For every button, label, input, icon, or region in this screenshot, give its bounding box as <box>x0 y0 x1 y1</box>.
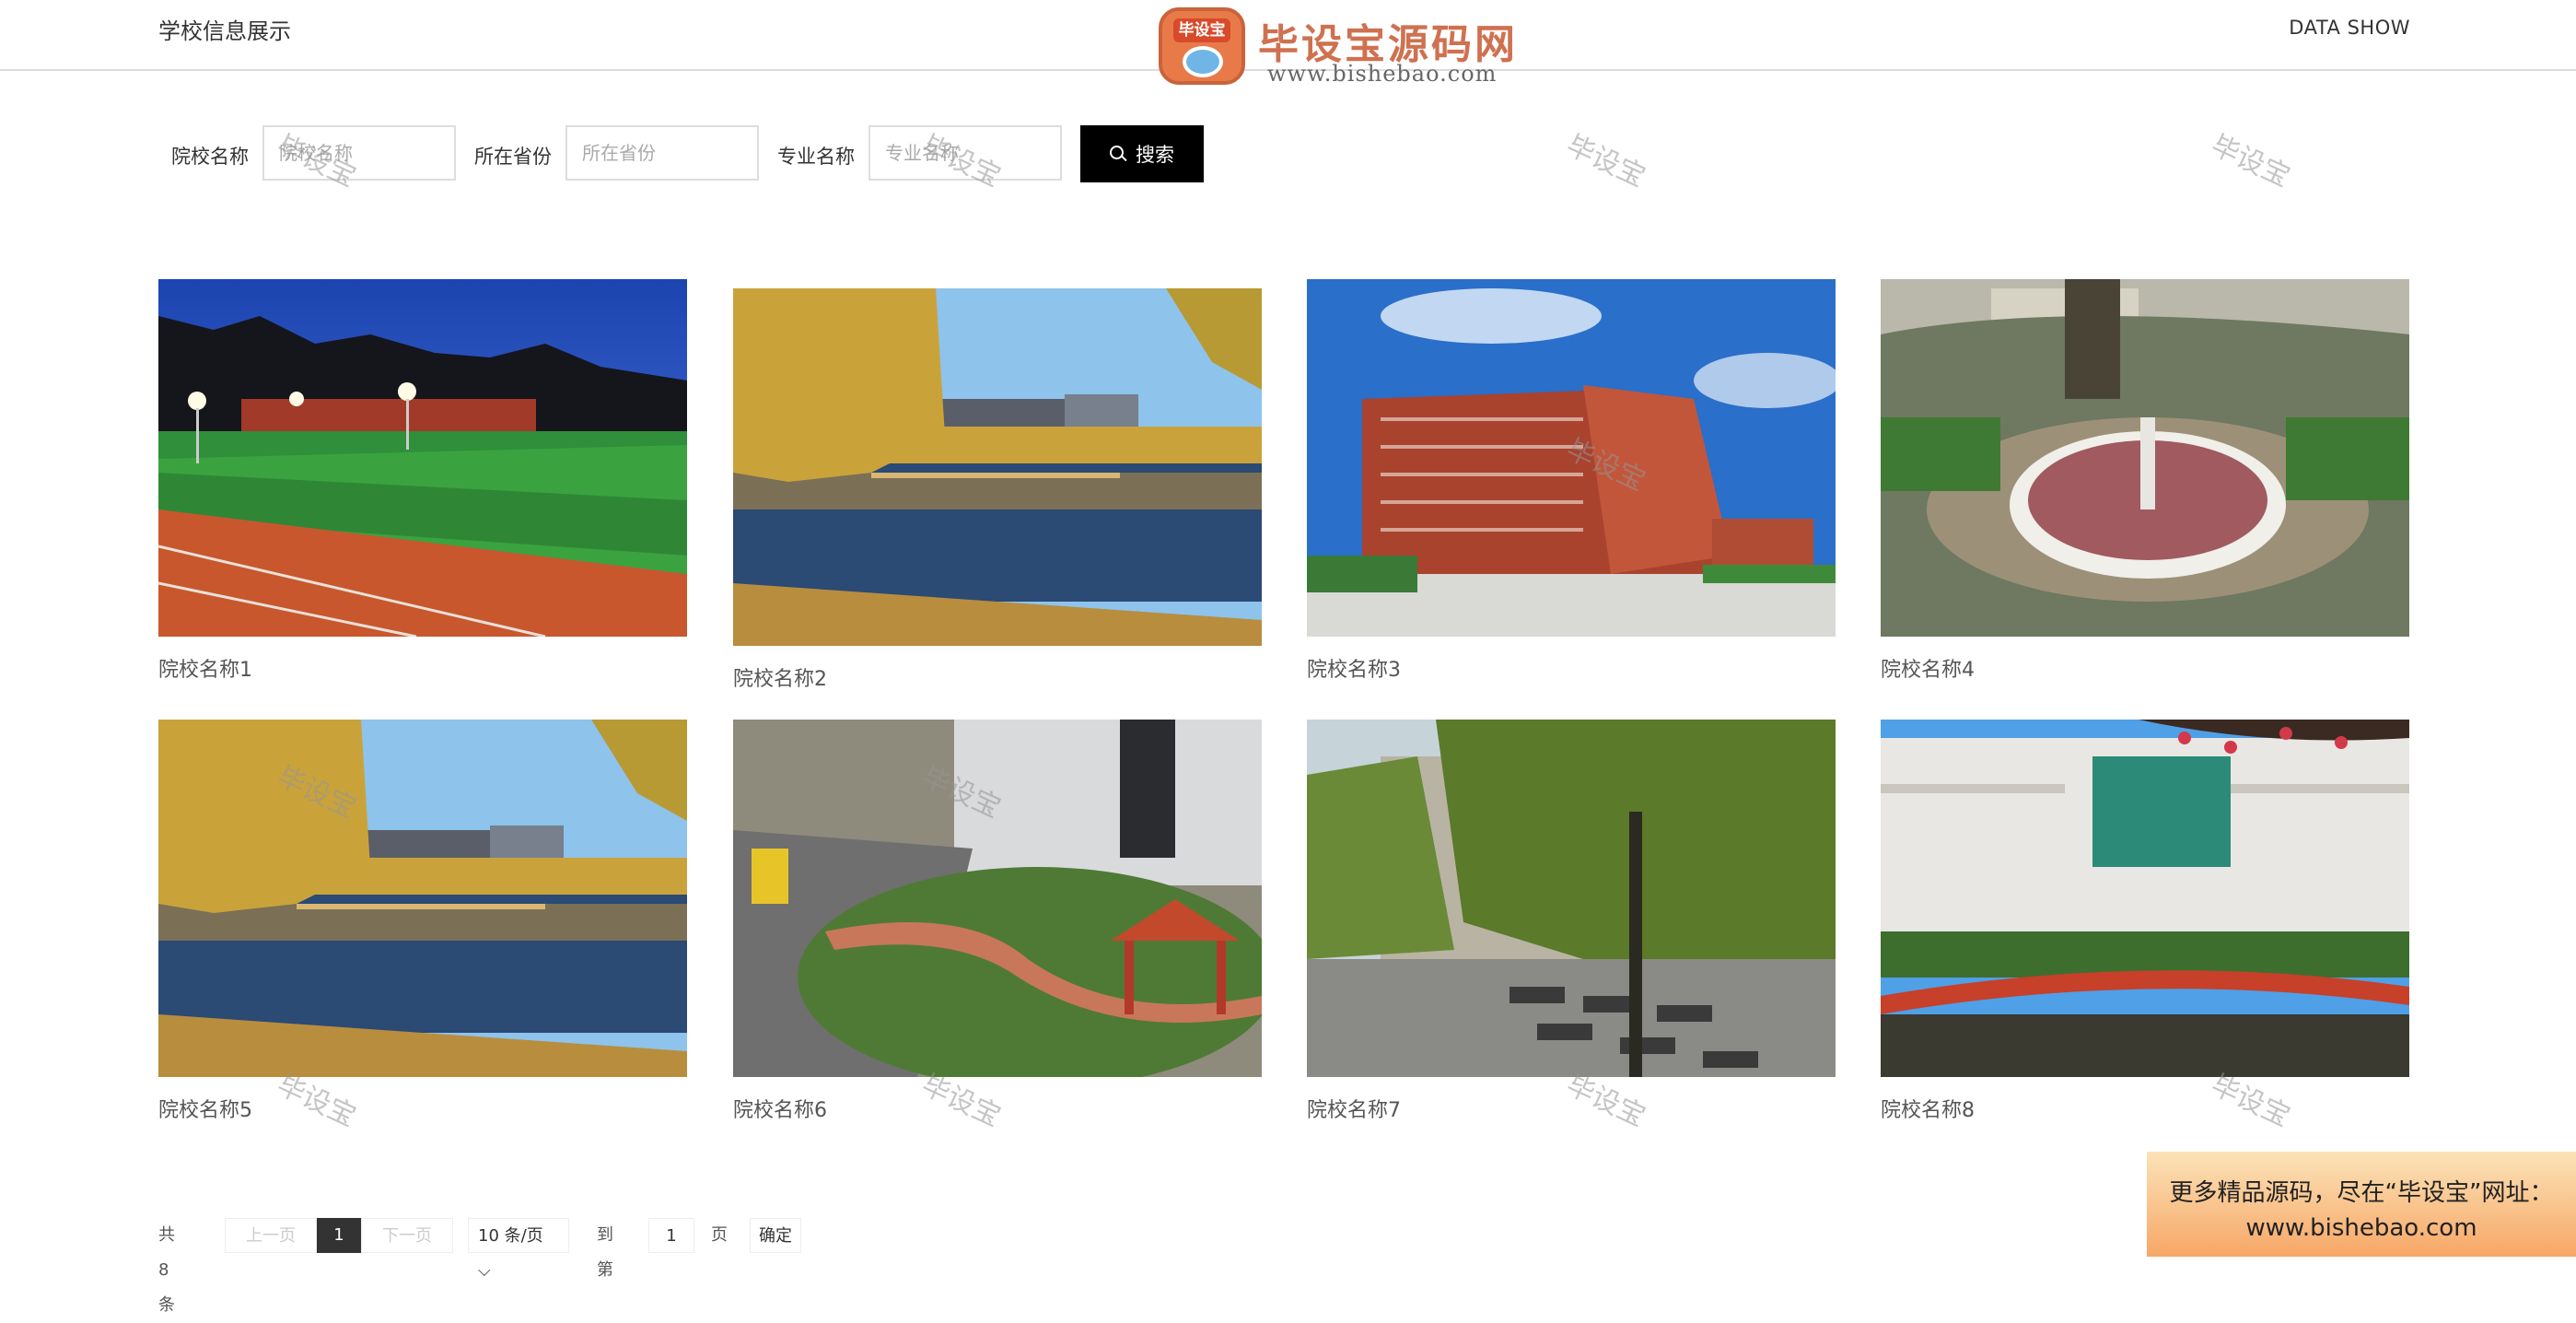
search-button-label: 搜索 <box>1136 145 1174 166</box>
school-name[interactable]: 院校名称7 <box>1307 1094 1836 1123</box>
current-page[interactable]: 1 <box>317 1218 361 1253</box>
school-card[interactable]: 院校名称2 <box>733 288 1262 692</box>
school-photo-4[interactable] <box>1881 279 2409 637</box>
school-card[interactable]: 院校名称1 <box>158 279 687 683</box>
brand-badge-icon: 毕设宝 <box>1159 7 1245 85</box>
school-name[interactable]: 院校名称3 <box>1307 653 1836 683</box>
watermark: 毕设宝 <box>1561 129 1650 194</box>
page-size-select[interactable]: 10 条/页 ⌵ <box>468 1218 569 1281</box>
school-card[interactable]: 院校名称6 <box>733 720 1262 1123</box>
school-name[interactable]: 院校名称4 <box>1881 653 2409 683</box>
page-unit-label: 页 <box>711 1225 728 1245</box>
school-photo-1[interactable] <box>158 279 687 637</box>
school-photo-2[interactable] <box>733 288 1262 646</box>
school-name[interactable]: 院校名称1 <box>158 653 687 683</box>
school-name-label: 院校名称 <box>171 146 249 168</box>
site-title[interactable]: 学校信息展示 <box>158 13 291 45</box>
school-photo-6[interactable] <box>733 720 1262 1077</box>
promo-line-2: www.bishebao.com <box>2245 1214 2477 1242</box>
school-name[interactable]: 院校名称2 <box>733 662 1262 692</box>
school-card[interactable]: 院校名称3 <box>1307 279 1836 683</box>
data-show-link[interactable]: DATA SHOW <box>2289 17 2410 39</box>
province-label: 所在省份 <box>474 146 552 168</box>
school-photo-3[interactable] <box>1307 279 1836 637</box>
brand-logo: 毕设宝 毕设宝源码网 www.bishebao.com <box>1159 7 1515 87</box>
goto-label: 到第 <box>597 1225 613 1280</box>
school-name[interactable]: 院校名称5 <box>158 1094 687 1123</box>
watermark: 毕设宝 <box>2206 129 2295 194</box>
promo-banner[interactable]: 更多精品源码，尽在“毕设宝”网址： www.bishebao.com <box>2147 1152 2576 1257</box>
school-name[interactable]: 院校名称6 <box>733 1094 1262 1123</box>
mascot-face-icon <box>1183 46 1223 77</box>
brand-badge-text: 毕设宝 <box>1173 18 1230 42</box>
page-size-value: 10 条/页 <box>478 1226 543 1246</box>
school-card[interactable]: 院校名称8 <box>1881 720 2409 1123</box>
school-photo-7[interactable] <box>1307 720 1836 1077</box>
search-icon <box>1110 146 1126 162</box>
goto-page-input[interactable]: 1 <box>648 1218 694 1253</box>
school-name-input[interactable] <box>262 125 456 181</box>
school-card[interactable]: 院校名称4 <box>1881 279 2409 683</box>
total-count: 共 8 条 <box>158 1225 175 1315</box>
major-name-label: 专业名称 <box>777 146 855 168</box>
school-name[interactable]: 院校名称8 <box>1881 1094 2409 1123</box>
top-header: 学校信息展示 毕设宝 毕设宝源码网 www.bishebao.com DATA … <box>0 0 2576 87</box>
school-card[interactable]: 院校名称5 <box>158 720 687 1123</box>
school-photo-5[interactable] <box>158 720 687 1077</box>
search-button[interactable]: 搜索 <box>1080 125 1204 182</box>
promo-line-1: 更多精品源码，尽在“毕设宝”网址： <box>2169 1179 2554 1207</box>
major-name-input[interactable] <box>868 125 1062 181</box>
goto-confirm-button[interactable]: 确定 <box>750 1218 801 1253</box>
brand-url: www.bishebao.com <box>1267 61 1498 87</box>
school-photo-8[interactable] <box>1881 720 2409 1077</box>
prev-page-button[interactable]: 上一页 <box>225 1218 317 1253</box>
province-input[interactable] <box>565 125 759 181</box>
school-card[interactable]: 院校名称7 <box>1307 720 1836 1123</box>
next-page-button[interactable]: 下一页 <box>361 1218 453 1253</box>
chevron-down-icon: ⌵ <box>478 1261 491 1281</box>
